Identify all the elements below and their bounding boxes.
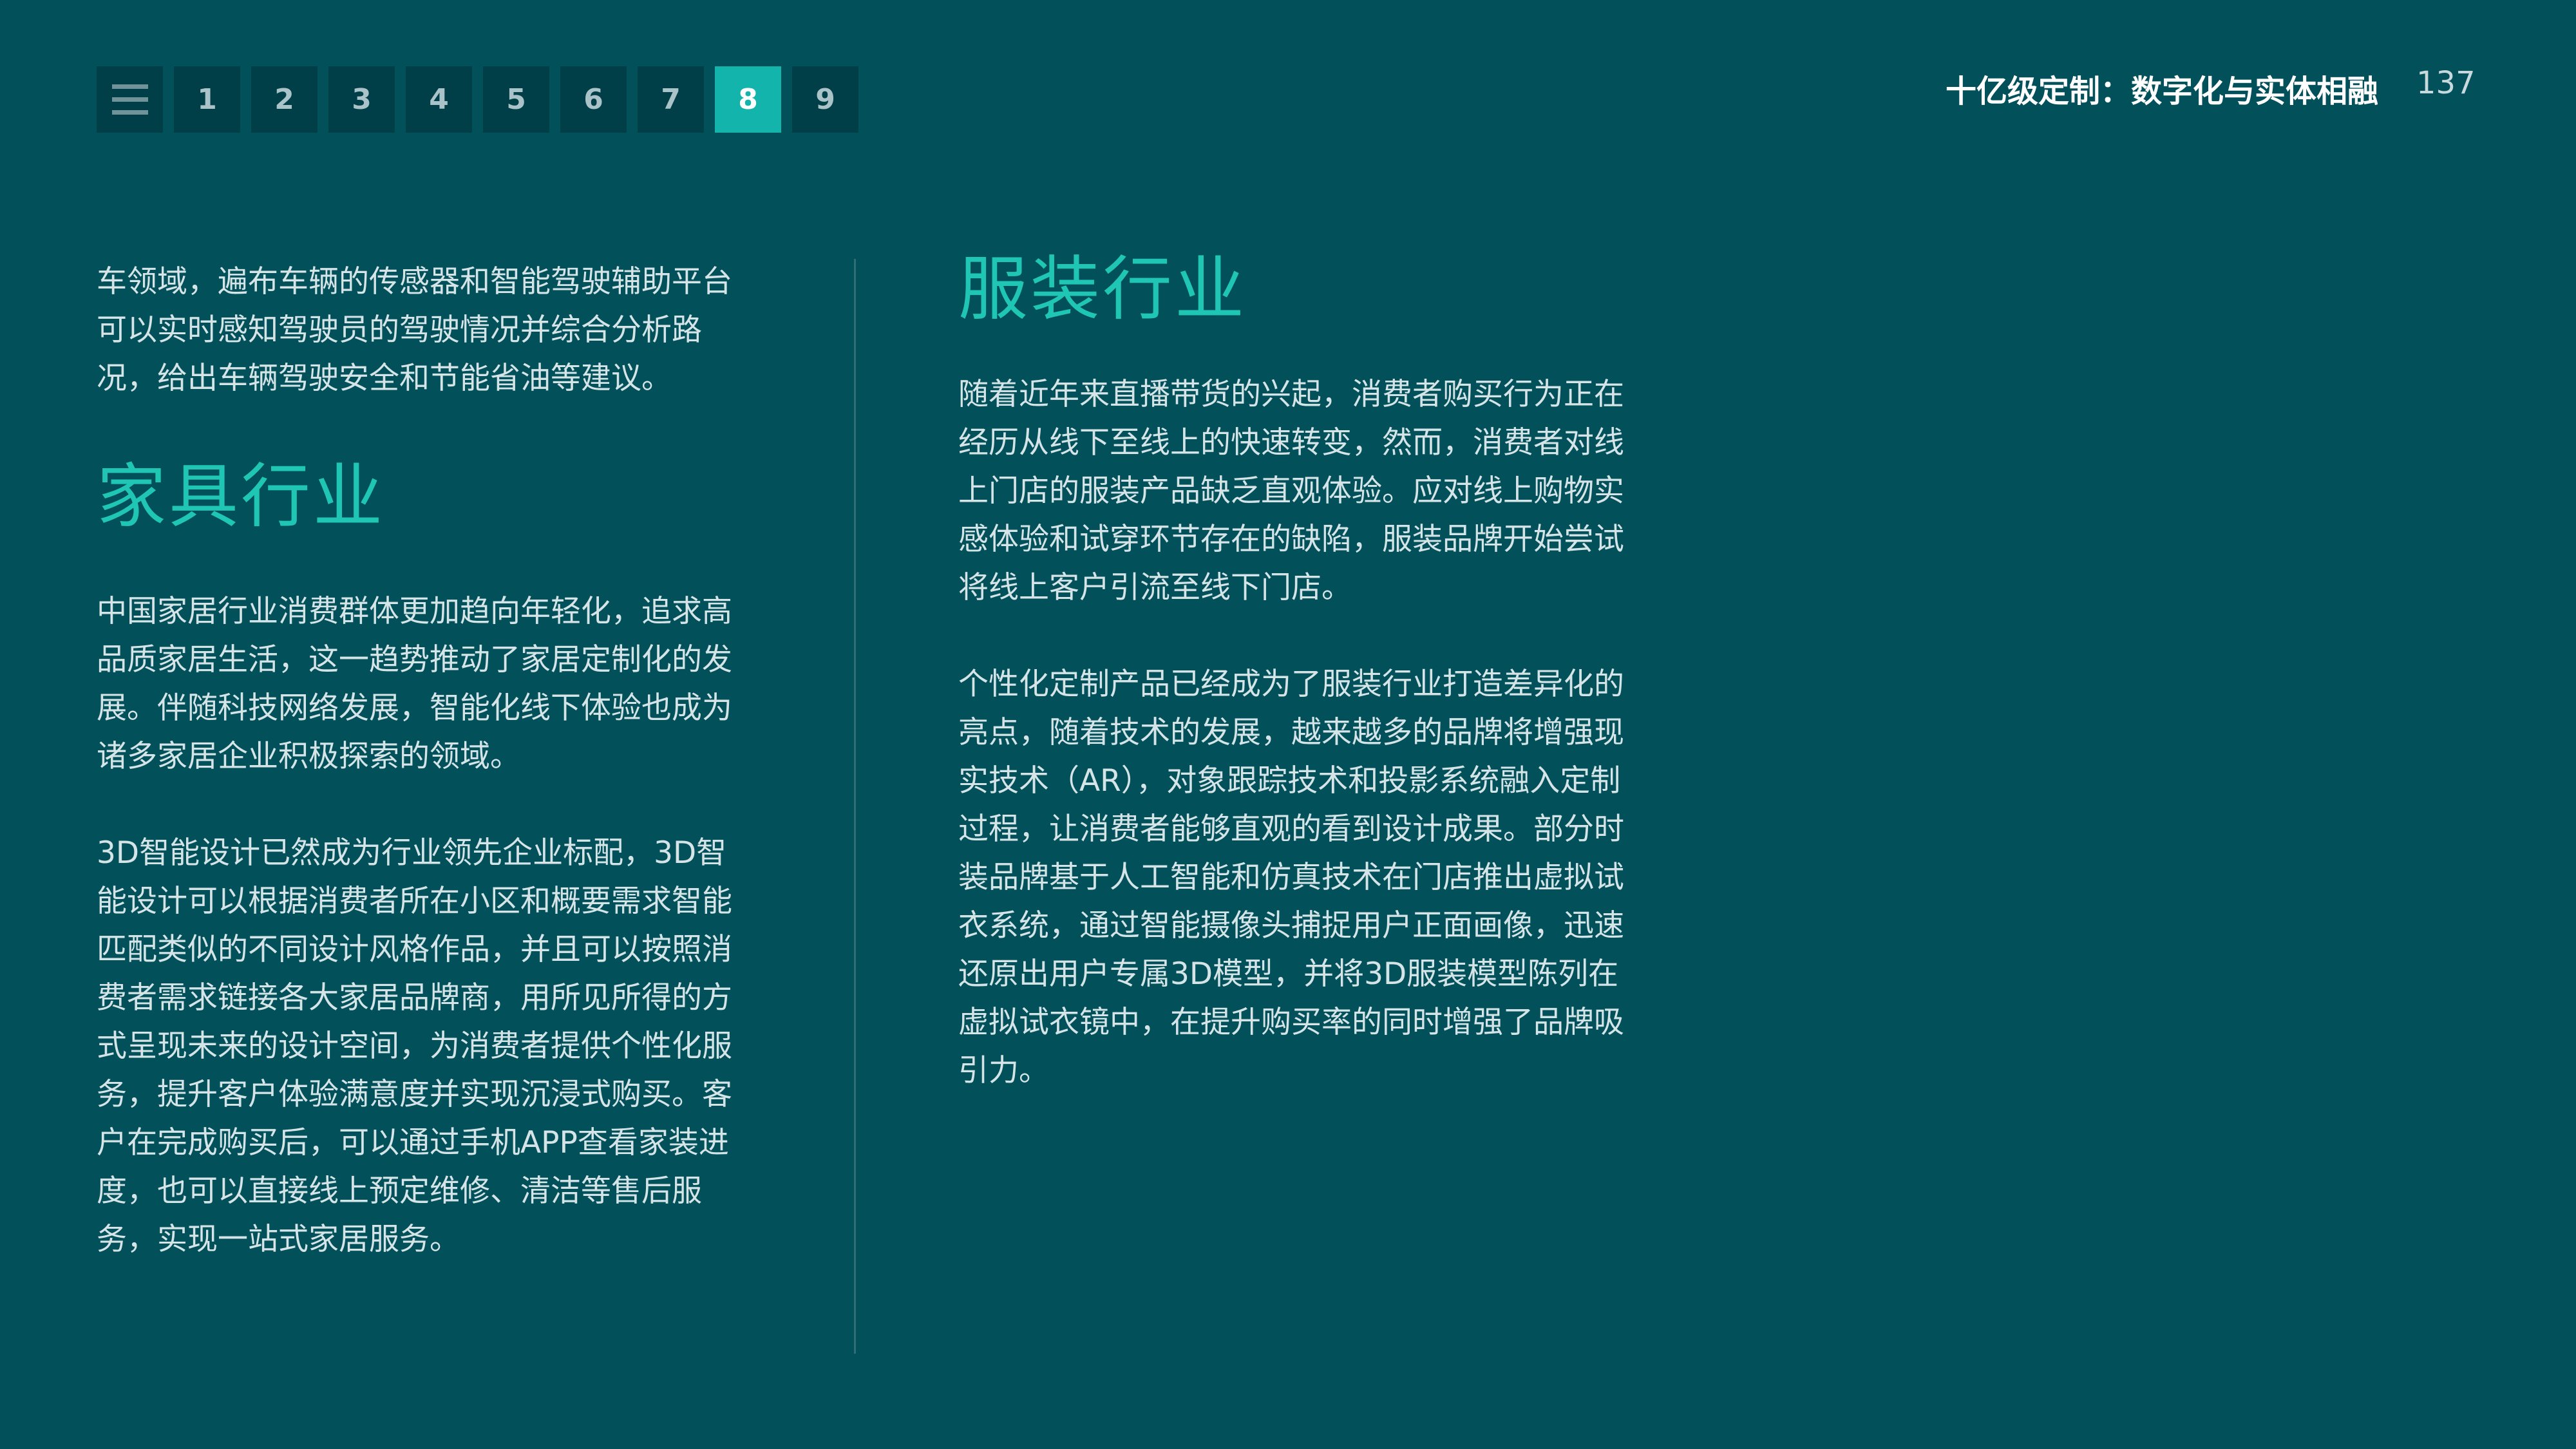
- page-button-7[interactable]: 7: [638, 66, 704, 133]
- page-button-5[interactable]: 5: [483, 66, 549, 133]
- right-column: 服装行业 随着近年来直播带货的兴起，消费者购买行为正在经历从线下至线上的快速转变…: [958, 248, 1628, 1095]
- furniture-paragraph-1: 中国家居行业消费群体更加趋向年轻化，追求高品质家居生活，这一趋势推动了家居定制化…: [97, 594, 732, 774]
- furniture-heading: 家具行业: [97, 457, 386, 537]
- left-column: 车领域，遍布车辆的传感器和智能驾驶辅助平台可以实时感知驾驶员的驾驶情况并综合分析…: [97, 258, 747, 1264]
- page-navigation: 1 2 3 4 5 6 7 8 9: [97, 66, 858, 133]
- page-button-4[interactable]: 4: [406, 66, 472, 133]
- page-button-6[interactable]: 6: [560, 66, 627, 133]
- page-number: 137: [2416, 65, 2476, 101]
- apparel-paragraph-1: 随着近年来直播带货的兴起，消费者购买行为正在经历从线下至线上的快速转变，然而，消…: [958, 377, 1624, 605]
- page-button-8-active[interactable]: 8: [715, 66, 781, 133]
- menu-button[interactable]: [97, 66, 163, 133]
- apparel-heading: 服装行业: [958, 249, 1247, 330]
- column-divider: [854, 259, 856, 1354]
- menu-icon: [111, 84, 148, 115]
- page-button-9[interactable]: 9: [792, 66, 858, 133]
- page-button-2[interactable]: 2: [251, 66, 317, 133]
- page-button-3[interactable]: 3: [328, 66, 395, 133]
- intro-paragraph: 车领域，遍布车辆的传感器和智能驾驶辅助平台可以实时感知驾驶员的驾驶情况并综合分析…: [97, 264, 732, 396]
- furniture-paragraph-2: 3D智能设计已然成为行业领先企业标配，3D智能设计可以根据消费者所在小区和概要需…: [97, 835, 732, 1257]
- chapter-title: 十亿级定制：数字化与实体相融: [1945, 73, 2378, 109]
- apparel-paragraph-2: 个性化定制产品已经成为了服装行业打造差异化的亮点，随着技术的发展，越来越多的品牌…: [958, 667, 1624, 1088]
- page-button-1[interactable]: 1: [174, 66, 240, 133]
